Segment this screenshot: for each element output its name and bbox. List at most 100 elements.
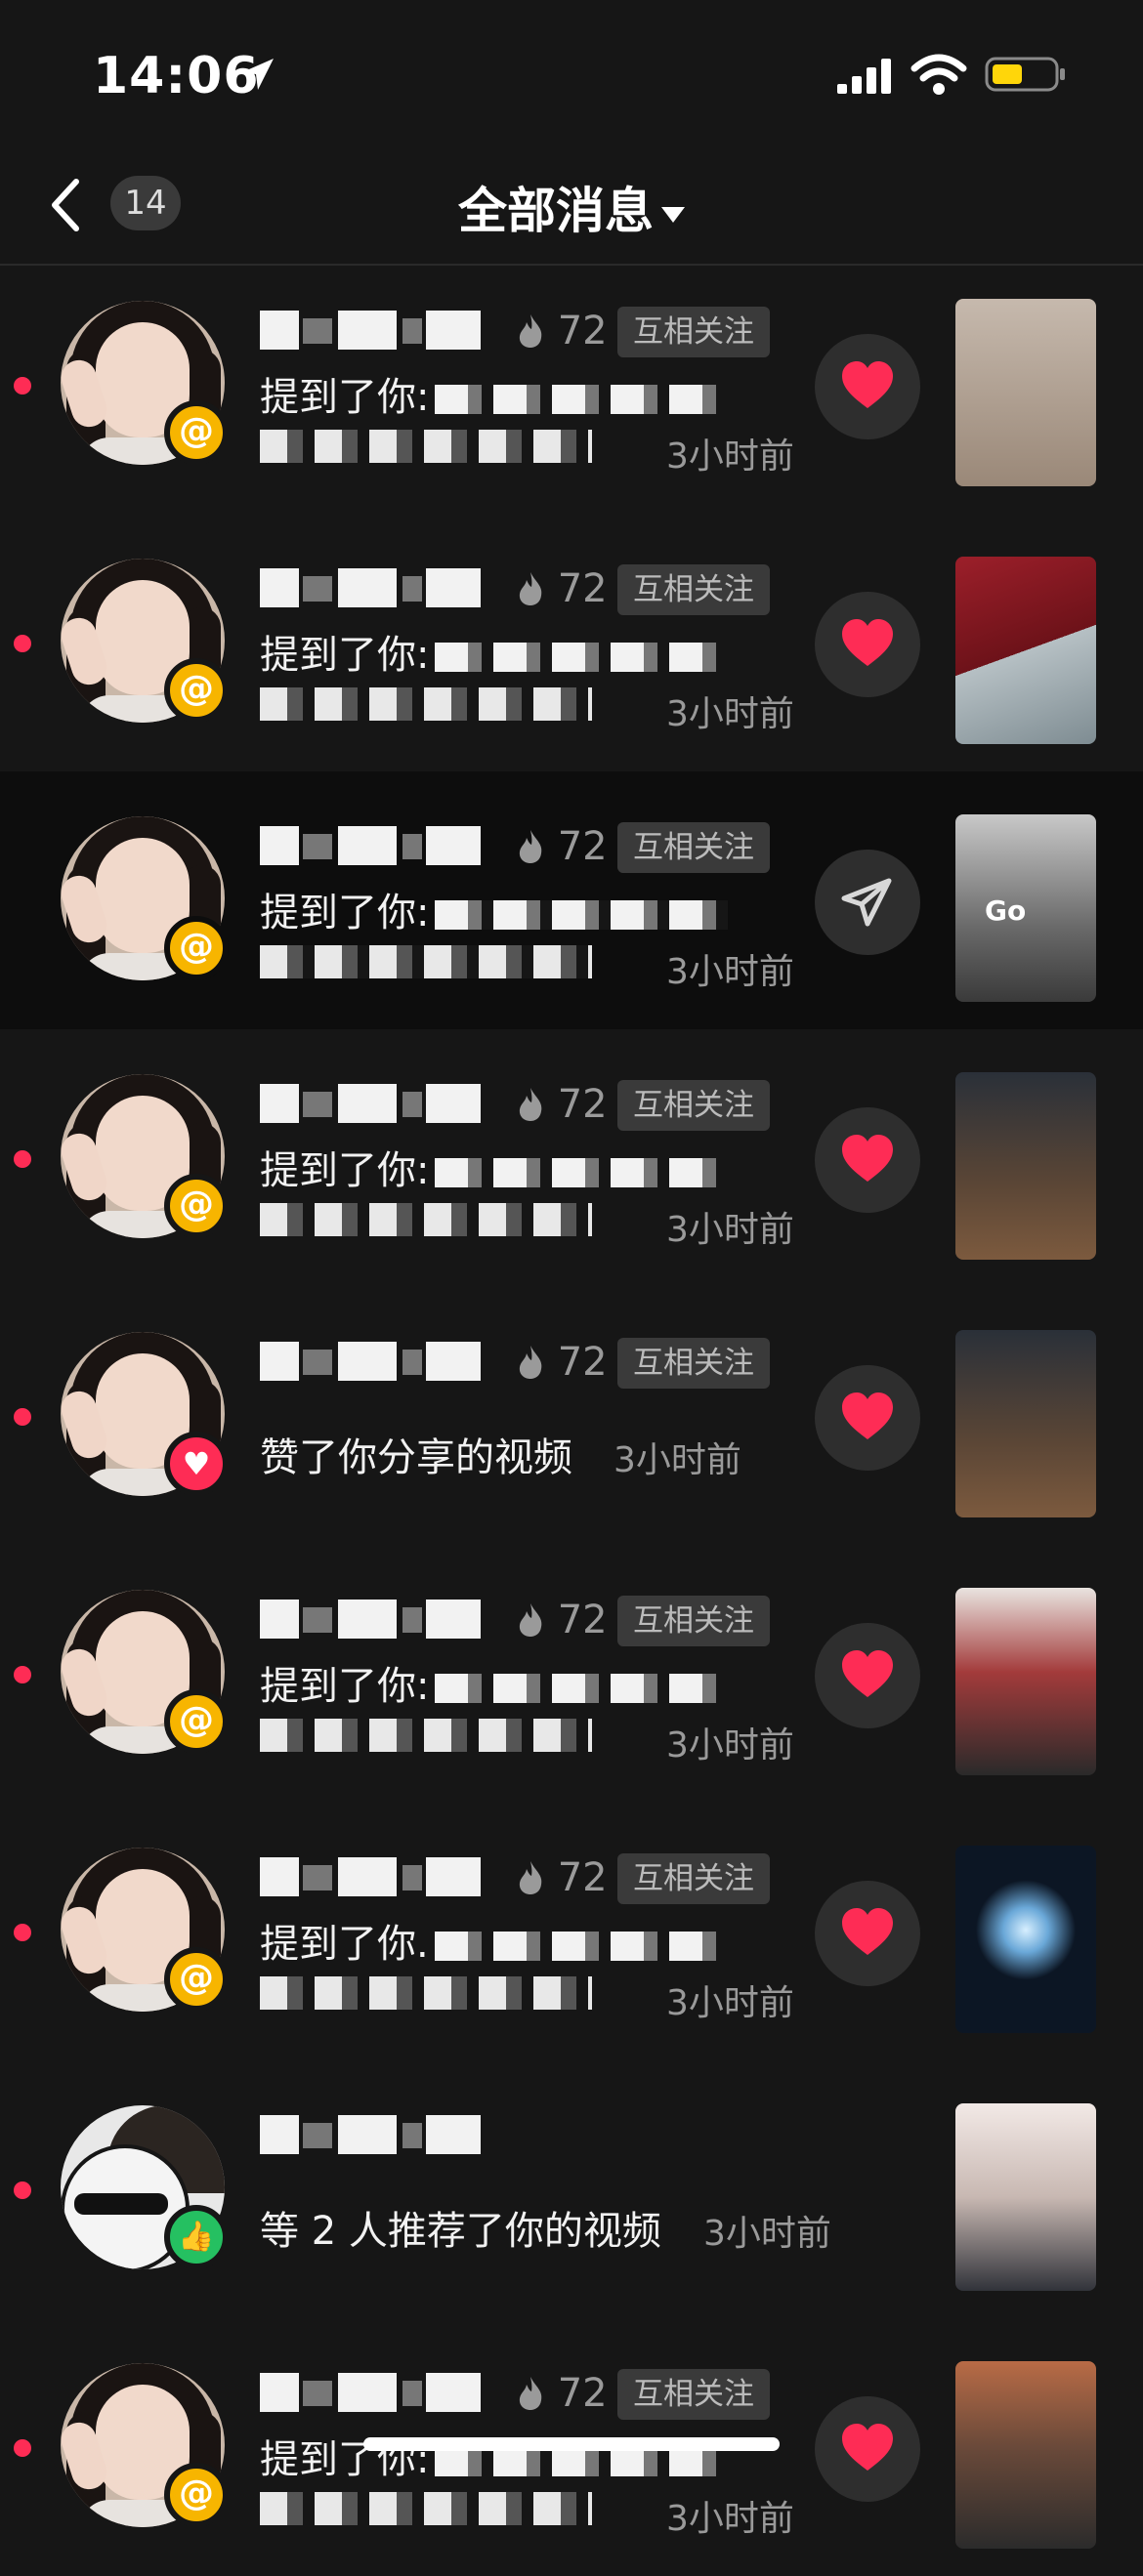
message-text-label: 提到了你: [260, 1664, 430, 1709]
mutual-follow-tag: 互相关注 [617, 1080, 770, 1131]
message-text: 提到了你: [260, 365, 729, 422]
friendship-count: 72 [545, 1082, 608, 1127]
timestamp: 3小时前 [666, 694, 794, 734]
video-thumbnail[interactable] [955, 299, 1096, 486]
timestamp: 3小时前 [666, 1210, 794, 1250]
friendship-flame-count: 72 [516, 305, 608, 357]
username-redacted[interactable] [260, 1594, 485, 1646]
like-button[interactable] [815, 1107, 920, 1213]
mutual-follow-tag: 互相关注 [617, 1338, 770, 1389]
username-redacted[interactable] [260, 1078, 485, 1131]
message-row[interactable]: @ 72 互相关注 提到了你. 3小时前 [0, 1803, 1143, 2060]
status-time: 14:06 [93, 47, 260, 105]
message-text-label: 提到了你: [260, 1148, 430, 1193]
video-thumbnail[interactable] [955, 2361, 1096, 2549]
redacted-content [435, 1158, 729, 1187]
redacted-content [435, 643, 729, 672]
message-row[interactable]: @ 72 互相关注 提到了你: 3小时前 [0, 1029, 1143, 1287]
username-redacted[interactable] [260, 562, 485, 615]
mutual-follow-tag: 互相关注 [617, 2369, 770, 2420]
message-text-label: 提到了你. [260, 1922, 429, 1967]
thumbnail-text: Go [985, 894, 1027, 927]
message-row[interactable]: 👍 等 2 人推荐了你的视频 3小时前 [0, 2060, 1143, 2318]
timestamp: 3小时前 [703, 2214, 831, 2254]
like-button[interactable] [815, 1881, 920, 1986]
friendship-flame-count: 72 [516, 1851, 608, 1904]
username-redacted[interactable] [260, 2109, 485, 2162]
home-indicator[interactable] [363, 2437, 780, 2451]
username-redacted[interactable] [260, 1336, 485, 1389]
video-thumbnail[interactable] [955, 1072, 1096, 1260]
username-redacted[interactable] [260, 1851, 485, 1904]
username-redacted[interactable] [260, 820, 485, 873]
heart-badge-icon: ♥ [164, 1432, 229, 1496]
friendship-flame-count: 72 [516, 1078, 608, 1131]
message-text-label: 提到了你: [260, 891, 430, 935]
like-button[interactable] [815, 1365, 920, 1471]
caret-down-icon[interactable] [661, 206, 685, 223]
unread-dot [14, 377, 31, 395]
like-button[interactable] [815, 334, 920, 439]
wifi-icon [910, 54, 967, 95]
mutual-follow-tag: 互相关注 [617, 1596, 770, 1646]
redacted-content [435, 1674, 729, 1703]
like-button[interactable] [815, 1623, 920, 1728]
battery-icon [985, 57, 1065, 92]
friendship-flame-count: 72 [516, 562, 608, 615]
message-text-label: 提到了你: [260, 375, 430, 420]
friendship-count: 72 [545, 824, 608, 869]
message-text-label: 赞了你分享的视频 [260, 1435, 572, 1480]
video-thumbnail[interactable]: Go [955, 814, 1096, 1002]
video-thumbnail[interactable] [955, 1330, 1096, 1517]
timestamp: 3小时前 [666, 2499, 794, 2539]
message-text: 提到了你. [260, 1912, 728, 1969]
friendship-count: 72 [545, 1855, 608, 1900]
unread-dot [14, 1408, 31, 1426]
unread-dot [14, 635, 31, 652]
video-thumbnail[interactable] [955, 2103, 1096, 2291]
timestamp: 3小时前 [666, 436, 794, 477]
friendship-count: 72 [545, 309, 608, 353]
video-thumbnail[interactable] [955, 1588, 1096, 1775]
friendship-count: 72 [545, 566, 608, 611]
friendship-count: 72 [545, 1598, 608, 1642]
share-button[interactable] [815, 850, 920, 955]
message-row[interactable]: @ 72 互相关注提到了你: 3小时前 [0, 1545, 1143, 1803]
mention-badge-icon: @ [164, 1689, 229, 1754]
message-text: 赞了你分享的视频 [260, 1426, 572, 1482]
message-text: 等 2 人推荐了你的视频 [260, 2199, 661, 2256]
message-text-label: 提到了你: [260, 633, 430, 678]
page-title-text[interactable]: 全部消息 [458, 183, 654, 239]
friendship-count: 72 [545, 1340, 608, 1385]
message-text-label: 等 2 人推荐了你的视频 [260, 2209, 661, 2254]
video-thumbnail[interactable] [955, 1846, 1096, 2033]
like-button[interactable] [815, 592, 920, 697]
timestamp: 3小时前 [614, 1440, 741, 1480]
unread-dot [14, 1150, 31, 1168]
unread-dot [14, 1924, 31, 1941]
thumbs-up-badge-icon: 👍 [164, 2205, 229, 2269]
message-text: 提到了你: [260, 623, 729, 680]
like-button[interactable] [815, 2396, 920, 2502]
location-arrow-icon [242, 59, 274, 90]
message-row[interactable]: @ 72 互相关注 提到了你: 3小时前 Go [0, 771, 1143, 1029]
username-redacted[interactable] [260, 2367, 485, 2420]
message-text: 提到了你: [260, 1654, 729, 1711]
unread-dot [14, 2439, 31, 2457]
message-row[interactable]: @ 72 互相关注 提到了你: 3小时前 [0, 514, 1143, 771]
message-row[interactable]: @ 72 互相关注提到了你: 3小时前 [0, 256, 1143, 514]
unread-dot [14, 2181, 31, 2199]
mutual-follow-tag: 互相关注 [617, 307, 770, 357]
redacted-content [435, 385, 729, 414]
page-title[interactable]: 全部消息 [0, 172, 1143, 242]
message-row[interactable]: ♥ 72 互相关注赞了你分享的视频 3小时前 [0, 1287, 1143, 1545]
video-thumbnail[interactable] [955, 557, 1096, 744]
mutual-follow-tag: 互相关注 [617, 822, 770, 873]
timestamp: 3小时前 [666, 1725, 794, 1766]
username-redacted[interactable] [260, 305, 485, 357]
mention-badge-icon: @ [164, 1947, 229, 2012]
friendship-flame-count: 72 [516, 1336, 608, 1389]
mention-badge-icon: @ [164, 400, 229, 465]
message-text: 提到了你: [260, 1139, 729, 1195]
timestamp: 3小时前 [666, 952, 794, 992]
